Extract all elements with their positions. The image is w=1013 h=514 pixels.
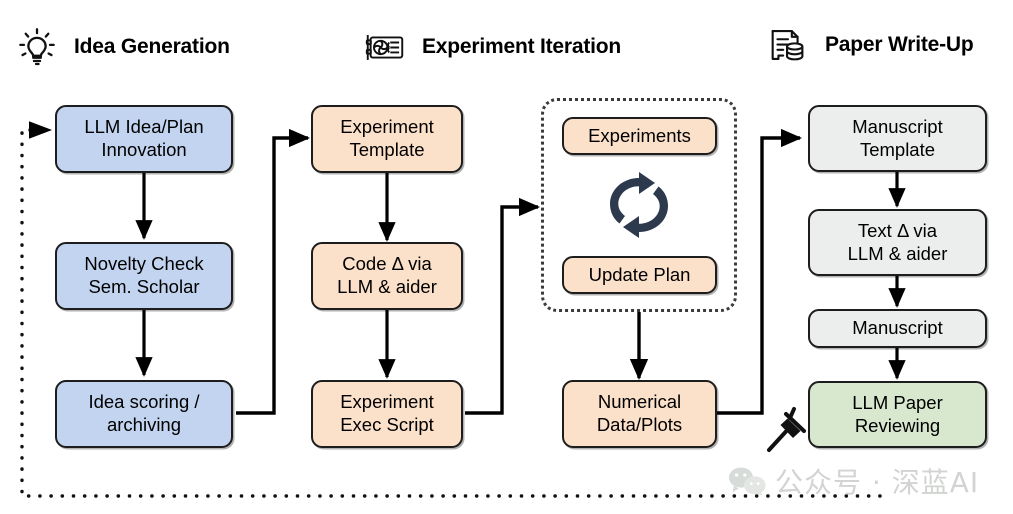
section-header-idea-generation: Idea Generation (14, 24, 230, 70)
watermark-text: 公众号 · 深蓝AI (775, 466, 980, 499)
node-line: Numerical (597, 391, 682, 413)
node-llm-idea-plan[interactable]: LLM Idea/Plan Innovation (55, 105, 233, 173)
node-experiment-template[interactable]: Experiment Template (311, 105, 463, 173)
node-line: Exec Script (340, 414, 434, 435)
node-text-delta[interactable]: Text Δ via LLM & aider (808, 209, 987, 276)
document-database-icon (771, 30, 804, 61)
watermark: 公众号 · 深蓝AI (728, 461, 979, 501)
node-line: Experiments (588, 124, 691, 146)
node-line: LLM & aider (847, 242, 948, 264)
node-line: Update Plan (588, 263, 691, 285)
node-line: Novelty Check (84, 253, 204, 275)
node-line: LLM Idea/Plan (84, 116, 204, 138)
node-line: archiving (106, 414, 182, 435)
node-experiments[interactable]: Experiments (562, 117, 717, 155)
node-line: Innovation (101, 139, 187, 160)
node-numerical-data-plots[interactable]: Numerical Data/Plots (562, 380, 717, 448)
node-line: Manuscript (852, 115, 943, 137)
node-line: Code Δ via (342, 253, 432, 275)
section-title: Experiment Iteration (422, 35, 622, 58)
node-line: LLM Paper (852, 391, 943, 413)
node-manuscript-template[interactable]: Manuscript Template (808, 105, 987, 172)
section-title: Paper Write-Up (825, 33, 974, 56)
node-line: Template (859, 138, 936, 160)
section-header-paper-write-up: Paper Write-Up (765, 22, 974, 68)
node-line: Reviewing (854, 414, 941, 436)
gpu-card-icon (365, 35, 404, 60)
section-title: Idea Generation (74, 35, 230, 58)
node-line: Idea scoring / (88, 391, 200, 413)
node-experiment-exec-script[interactable]: Experiment Exec Script (311, 380, 463, 448)
gavel-icon (767, 407, 806, 452)
node-line: Sem. Scholar (88, 276, 200, 297)
node-update-plan[interactable]: Update Plan (562, 256, 717, 294)
diagram-canvas: Idea Generation Experiment Iteration Pap… (0, 0, 1013, 514)
edge-scoring-to-experiment-template (236, 128, 311, 415)
node-idea-scoring[interactable]: Idea scoring / archiving (55, 380, 233, 448)
node-llm-paper-reviewing[interactable]: LLM Paper Reviewing (808, 381, 987, 448)
node-code-delta[interactable]: Code Δ via LLM & aider (311, 242, 463, 310)
edge-exec-script-to-loop (465, 197, 541, 415)
section-header-experiment-iteration: Experiment Iteration (362, 24, 621, 70)
node-line: Manuscript (852, 317, 943, 339)
refresh-loop-icon (610, 172, 668, 238)
node-line: Text Δ via (857, 219, 938, 241)
node-novelty-check[interactable]: Novelty Check Sem. Scholar (55, 242, 233, 310)
node-line: LLM & aider (337, 276, 437, 297)
wechat-icon (728, 467, 766, 496)
node-line: Data/Plots (596, 414, 683, 435)
node-line: Experiment (340, 391, 434, 413)
node-line: Experiment (340, 116, 434, 138)
node-line: Template (349, 139, 425, 160)
node-manuscript[interactable]: Manuscript (808, 309, 987, 348)
lightbulb-icon (19, 28, 55, 66)
